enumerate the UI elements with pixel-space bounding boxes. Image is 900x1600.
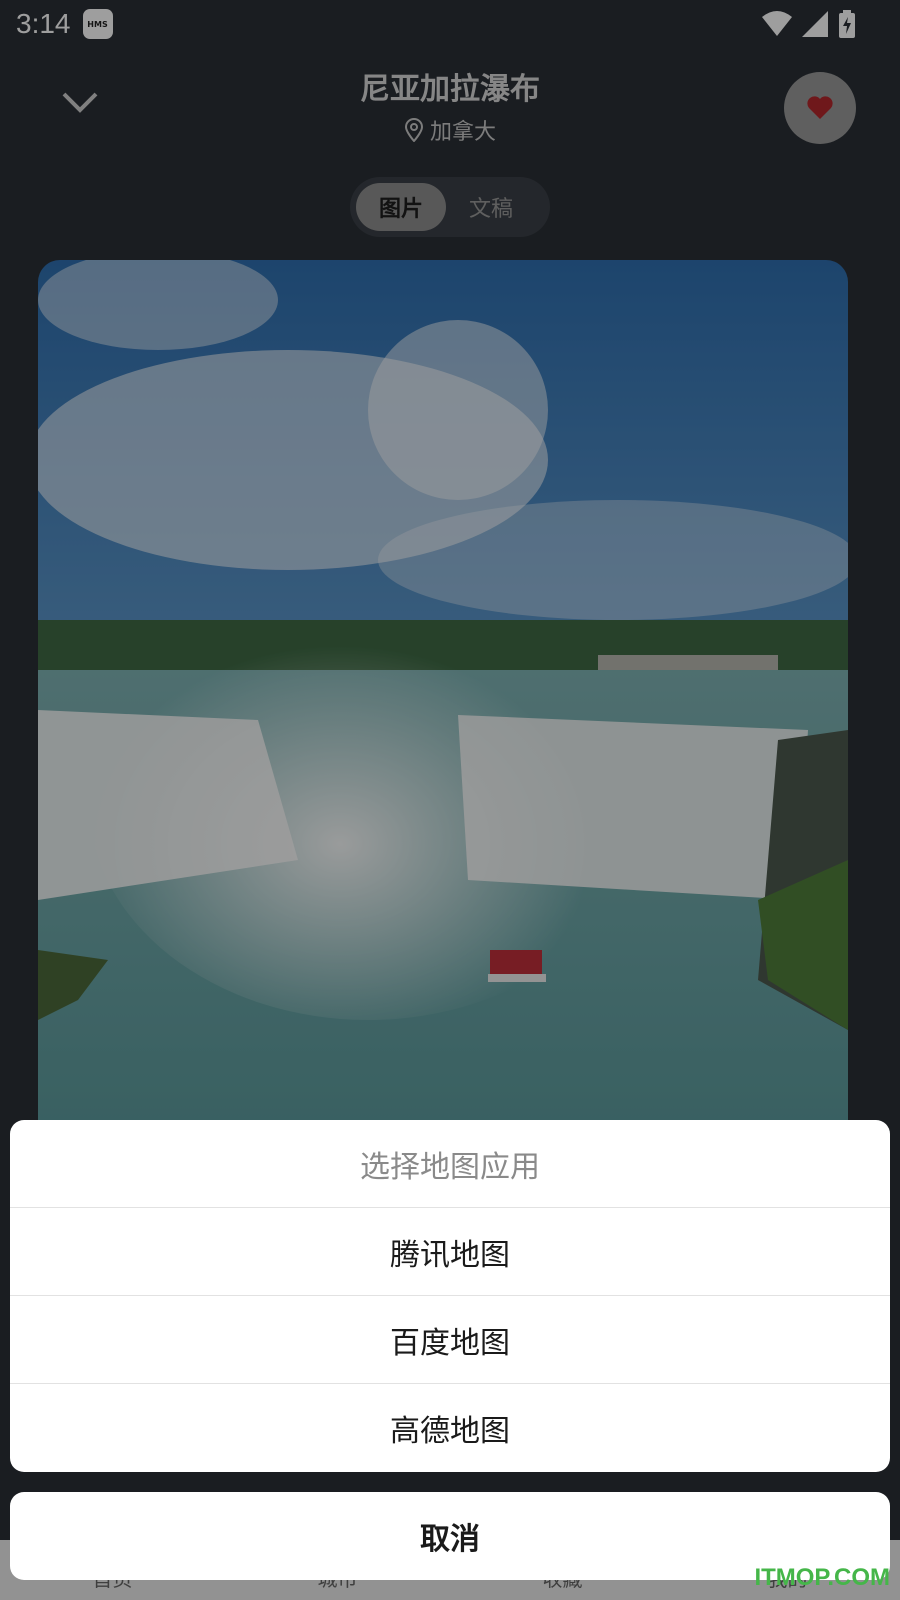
sheet-title: 选择地图应用 <box>10 1120 890 1208</box>
option-tencent-map[interactable]: 腾讯地图 <box>10 1208 890 1296</box>
option-amap[interactable]: 高德地图 <box>10 1384 890 1472</box>
option-baidu-map[interactable]: 百度地图 <box>10 1296 890 1384</box>
watermark: ITMOP.COM <box>754 1564 890 1591</box>
map-app-sheet: 选择地图应用 腾讯地图 百度地图 高德地图 <box>10 1120 890 1472</box>
